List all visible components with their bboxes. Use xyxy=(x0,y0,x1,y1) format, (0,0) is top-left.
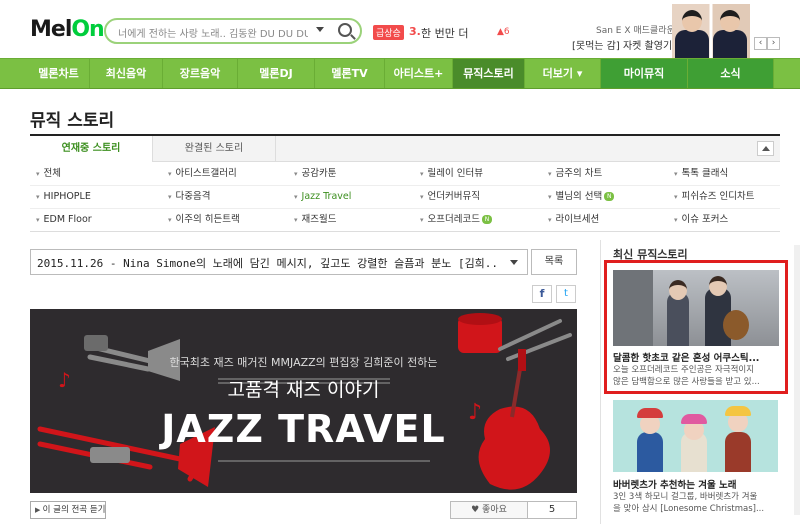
thumb-hat xyxy=(725,406,751,416)
rank-number: 3. xyxy=(409,25,421,38)
category-item[interactable]: HIPHOPLE xyxy=(36,185,91,208)
like-count: 5 xyxy=(528,501,577,519)
rank-badge: 급상승 xyxy=(373,25,404,40)
story-title[interactable]: 바버렛츠가 추천하는 겨울 노래 xyxy=(613,477,783,491)
thumb-hat xyxy=(637,408,663,418)
thumb-person xyxy=(637,432,663,472)
category-grid: 전체 아티스트갤러리 공감카툰 릴레이 인터뷰 금주의 차트 톡톡 클래식 HI… xyxy=(30,162,780,232)
sidebar-divider xyxy=(600,240,601,524)
new-badge: N xyxy=(604,192,615,201)
rank-title[interactable]: 한 번만 더 xyxy=(421,25,468,41)
nav-melon-chart[interactable]: 멜론차트 xyxy=(28,59,90,88)
search-dropdown-icon[interactable] xyxy=(316,27,324,32)
nav-latest-music[interactable]: 최신음악 xyxy=(90,59,163,88)
category-item[interactable]: 릴레이 인터뷰 xyxy=(420,162,483,185)
tab-ongoing[interactable]: 연재중 스토리 xyxy=(30,136,153,162)
thumb-person-left xyxy=(667,292,689,346)
ad-line1[interactable]: San E X 매드클라운 xyxy=(596,23,675,36)
ad-next-button[interactable]: › xyxy=(767,37,780,50)
nav-melon-tv[interactable]: 멜론TV xyxy=(315,59,385,88)
facebook-share-icon[interactable]: f xyxy=(532,285,552,303)
logo-accent: On xyxy=(71,17,104,42)
jazz-travel-banner: ♪ ♪ 한국최초 재즈 매거진 MMJAZZ의 편집장 김희준이 전하는 고품격… xyxy=(30,309,577,493)
banner-heading: JAZZ TRAVEL xyxy=(161,407,446,451)
rank-change: ▲6 xyxy=(497,27,510,37)
listen-all-button[interactable]: 이 글의 전곡 듣기 xyxy=(30,501,106,519)
thumb-hat xyxy=(681,414,707,424)
thumb-guitar xyxy=(723,310,749,340)
nav-more[interactable]: 더보기 ▾ xyxy=(525,59,601,88)
page-scrollbar[interactable] xyxy=(794,245,800,515)
thumb-person xyxy=(725,432,751,472)
category-item[interactable]: 피쉬슈즈 인디차트 xyxy=(674,185,755,208)
search-box[interactable]: 너에게 전하는 사랑 노래.. 김동완 DU DU DU xyxy=(104,18,362,44)
category-item[interactable]: 라이브세션 xyxy=(548,208,600,231)
category-item[interactable]: 공감카툰 xyxy=(294,162,337,185)
category-item[interactable]: 오프더레코드N xyxy=(420,208,492,231)
row-divider xyxy=(30,185,780,186)
melon-logo[interactable]: MelOn xyxy=(30,17,105,42)
category-item[interactable]: 언더커버뮤직 xyxy=(420,185,480,208)
list-button[interactable]: 목록 xyxy=(531,249,577,275)
ad-head-right xyxy=(720,10,740,32)
nav-melon-dj[interactable]: 멜론DJ xyxy=(238,59,315,88)
story-desc: 않은 담백함으로 많은 사랑들을 받고 있... xyxy=(613,377,760,387)
ad-person-right xyxy=(713,30,747,58)
tab-completed[interactable]: 완결된 스토리 xyxy=(153,136,276,162)
story-desc: 을 맞아 삼시 [Lonesome Christmas]... xyxy=(613,504,765,514)
thumb-background xyxy=(613,270,653,346)
category-item[interactable]: 아티스트갤러리 xyxy=(168,162,237,185)
story-desc: 3인 3색 하모니 걸그룹, 바버렛츠가 겨울 xyxy=(613,492,758,502)
new-badge: N xyxy=(481,215,492,224)
article-select-value: 2015.11.26 - Nina Simone의 노래에 담긴 메시지, 깊고… xyxy=(37,257,497,270)
nav-genre[interactable]: 장르음악 xyxy=(163,59,238,88)
thumb-head-right xyxy=(709,276,727,296)
page-title: 뮤직 스토리 xyxy=(30,111,115,131)
category-item[interactable]: EDM Floor xyxy=(36,208,92,231)
category-item[interactable]: 톡톡 클래식 xyxy=(674,162,729,185)
category-item[interactable]: 전체 xyxy=(36,162,61,185)
ad-image[interactable] xyxy=(672,4,750,58)
article-select[interactable]: 2015.11.26 - Nina Simone의 노래에 담긴 메시지, 깊고… xyxy=(30,249,528,275)
story-thumbnail[interactable] xyxy=(613,270,779,346)
nav-music-story[interactable]: 뮤직스토리 xyxy=(453,59,525,88)
twitter-share-icon[interactable]: t xyxy=(556,285,576,303)
ad-line2[interactable]: [못먹는 감] 자켓 촬영기 xyxy=(572,37,672,52)
logo-text: Mel xyxy=(30,17,72,42)
ad-prev-button[interactable]: ‹ xyxy=(754,37,767,50)
category-label: 별님의 선택 xyxy=(555,191,603,202)
nav-my-music[interactable]: 마이뮤직 xyxy=(601,59,688,88)
story-tabs: 연재중 스토리 완결된 스토리 xyxy=(30,136,780,162)
category-item-selected[interactable]: Jazz Travel xyxy=(294,185,352,208)
collapse-toggle-icon[interactable] xyxy=(757,141,774,156)
category-label: 오프더레코드 xyxy=(427,214,480,225)
main-nav: 멜론차트 최신음악 장르음악 멜론DJ 멜론TV 아티스트+ 뮤직스토리 더보기… xyxy=(0,58,800,89)
ad-head-left xyxy=(682,10,702,32)
search-icon[interactable] xyxy=(338,23,352,37)
category-item[interactable]: 이슈 포커스 xyxy=(674,208,729,231)
chevron-down-icon[interactable] xyxy=(510,260,518,265)
row-divider xyxy=(30,208,780,209)
category-item[interactable]: 이주의 히든트랙 xyxy=(168,208,240,231)
banner-tagline: 고품격 재즈 이야기 xyxy=(227,379,380,401)
story-title[interactable]: 달콤한 핫초코 같은 혼성 어쿠스틱... xyxy=(613,350,781,364)
category-item[interactable]: 별님의 선택N xyxy=(548,185,615,208)
story-thumbnail[interactable] xyxy=(613,400,778,472)
category-item[interactable]: 재즈월드 xyxy=(294,208,337,231)
ad-person-left xyxy=(675,30,709,58)
like-button[interactable]: ♥ 좋아요 xyxy=(450,501,528,519)
banner-subtitle: 한국최초 재즈 매거진 MMJAZZ의 편집장 김희준이 전하는 xyxy=(169,356,438,369)
search-input[interactable]: 너에게 전하는 사랑 노래.. 김동완 DU DU DU xyxy=(118,25,308,40)
category-item[interactable]: 금주의 차트 xyxy=(548,162,603,185)
nav-artist-plus[interactable]: 아티스트+ xyxy=(385,59,453,88)
thumb-head-left xyxy=(669,280,687,300)
nav-news[interactable]: 소식 xyxy=(688,59,774,88)
header: MelOn 너에게 전하는 사랑 노래.. 김동완 DU DU DU 급상승 3… xyxy=(0,0,800,58)
story-card-highlighted[interactable]: 달콤한 핫초코 같은 혼성 어쿠스틱... 오늘 오프더레코드 주인공은 자극적… xyxy=(604,260,788,394)
category-item[interactable]: 다중음격 xyxy=(168,185,211,208)
story-desc: 오늘 오프더레코드 주인공은 자극적이지 xyxy=(613,365,755,375)
